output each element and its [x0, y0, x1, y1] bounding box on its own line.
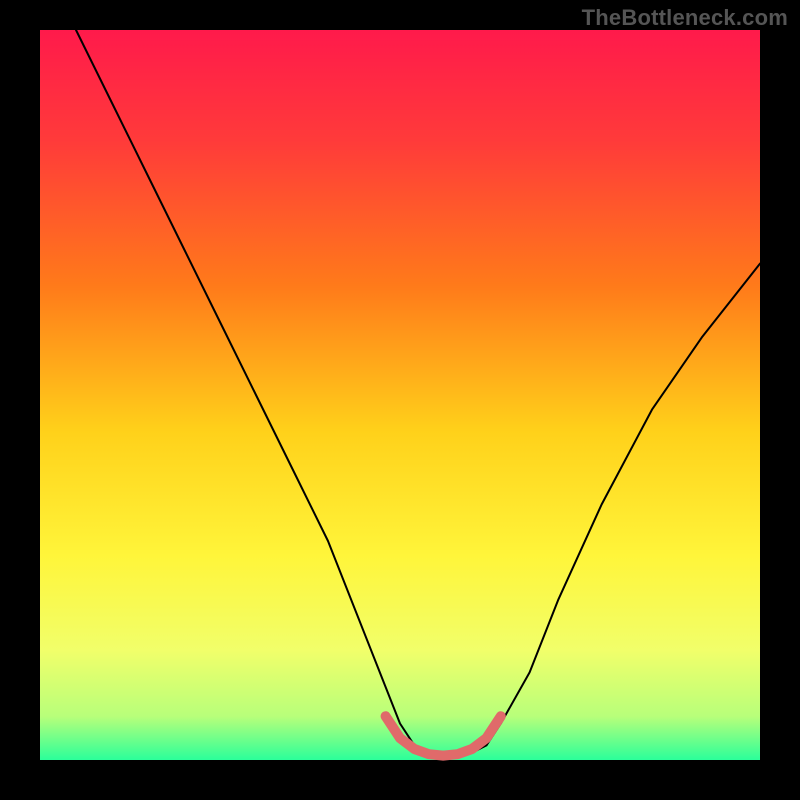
plot-background — [40, 30, 760, 760]
bottleneck-chart — [0, 0, 800, 800]
chart-frame: TheBottleneck.com — [0, 0, 800, 800]
watermark-text: TheBottleneck.com — [582, 5, 788, 31]
